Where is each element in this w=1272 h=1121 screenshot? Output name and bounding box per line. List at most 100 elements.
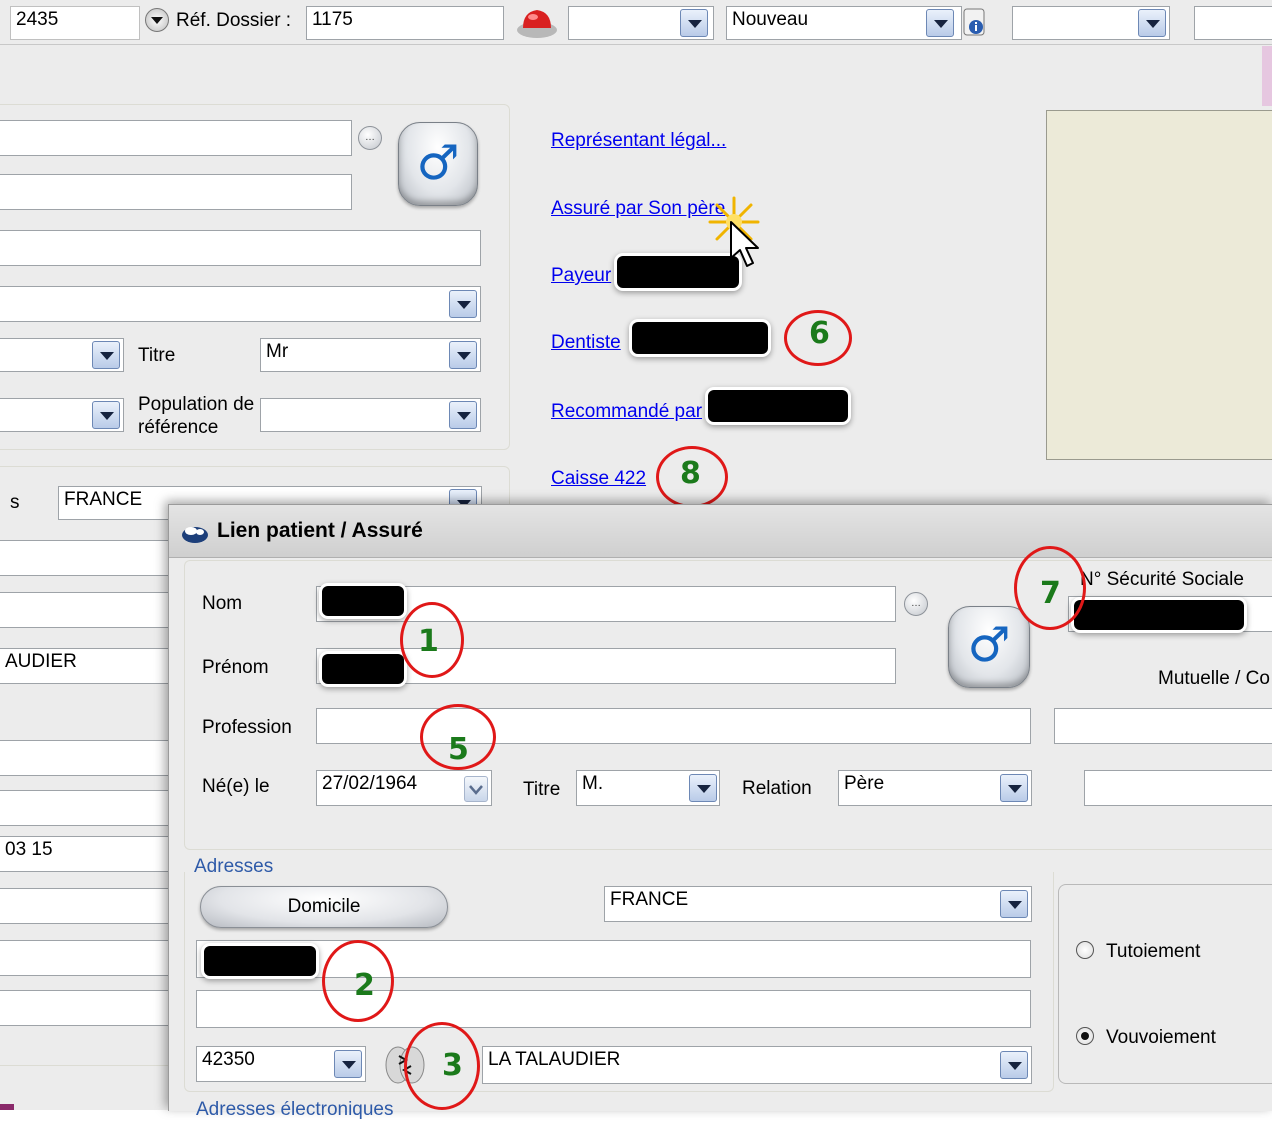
- domicile-label: Domicile: [287, 896, 361, 917]
- arrow-down-circle-icon[interactable]: [145, 8, 169, 32]
- domicile-button[interactable]: Domicile: [200, 886, 448, 928]
- right-edge-accent: [1262, 46, 1272, 106]
- dialog-nom-label: Nom: [202, 593, 243, 614]
- main-select-5-dropdown[interactable]: [92, 341, 120, 369]
- relation-dropdown[interactable]: [1000, 774, 1028, 802]
- id-field[interactable]: 2435: [10, 6, 140, 40]
- id-value: 2435: [16, 9, 59, 30]
- dialog-cp-dropdown[interactable]: [334, 1050, 362, 1078]
- ref-dossier-field[interactable]: 1175: [306, 6, 504, 40]
- dialog-profession-label: Profession: [202, 717, 292, 738]
- secu-label: N° Sécurité Sociale: [1080, 569, 1244, 590]
- redacted-recommande: [708, 390, 848, 422]
- assure-par-link[interactable]: Assuré par Son père: [551, 198, 725, 220]
- population-dropdown[interactable]: [449, 401, 477, 429]
- cursor-icon: [729, 220, 763, 270]
- dialog-ville-value: LA TALAUDIER: [488, 1049, 621, 1070]
- dialog-titre-value: M.: [582, 773, 604, 794]
- dialog-ville-dropdown[interactable]: [1000, 1051, 1028, 1079]
- left-edge-accent: [0, 1104, 14, 1110]
- main-phone-field[interactable]: 03 15: [0, 836, 175, 872]
- recommande-par-link[interactable]: Recommandé par: [551, 401, 702, 423]
- population-label-line1: Population de: [138, 394, 255, 415]
- dialog-nom-more-button[interactable]: …: [904, 592, 928, 616]
- main-field-b[interactable]: [0, 790, 175, 826]
- politeness-group: [1058, 884, 1272, 1084]
- annotation-number-3: 3: [442, 1048, 463, 1083]
- main-prenom-field[interactable]: [0, 174, 352, 210]
- main-titre-value: Mr: [266, 341, 289, 362]
- redacted-address: [204, 946, 316, 976]
- main-field-3[interactable]: [0, 230, 481, 266]
- caisse-link[interactable]: Caisse 422: [551, 468, 646, 490]
- main-pays-value: FRANCE: [64, 489, 143, 510]
- main-field-d[interactable]: [0, 940, 175, 976]
- population-select[interactable]: [260, 398, 481, 432]
- patient-photo-panel: [1046, 110, 1272, 460]
- main-select-4-dropdown[interactable]: [449, 290, 477, 318]
- relation-label: Relation: [742, 778, 812, 799]
- main-field-e[interactable]: [0, 990, 175, 1026]
- dialog-pays-select[interactable]: FRANCE: [604, 886, 1032, 922]
- dialog-address-line-1[interactable]: [196, 940, 1031, 978]
- toolbar-select-2-dropdown[interactable]: [1138, 9, 1166, 37]
- dentiste-link[interactable]: Dentiste: [551, 332, 621, 354]
- dialog-pays-dropdown[interactable]: [1000, 890, 1028, 918]
- vouvoiement-radio[interactable]: [1076, 1027, 1094, 1045]
- dialog-address-line-2[interactable]: [196, 990, 1031, 1028]
- dialog-cp-value: 42350: [202, 1049, 255, 1070]
- redacted-dentiste: [632, 322, 768, 354]
- alarm-icon[interactable]: [514, 4, 560, 40]
- annotation-number-7: 7: [1040, 576, 1061, 611]
- main-field-a[interactable]: [0, 740, 175, 776]
- relation-value: Père: [844, 773, 885, 794]
- dialog-sex-button[interactable]: ♂: [948, 606, 1030, 688]
- redacted-nom: [322, 586, 404, 616]
- mutuelle-field[interactable]: [1054, 708, 1272, 744]
- main-select-4[interactable]: [0, 286, 481, 322]
- toolbar-field-right[interactable]: [1194, 6, 1272, 40]
- main-nom-more-button[interactable]: …: [358, 126, 382, 150]
- population-label-line2: référence: [138, 417, 219, 438]
- main-ville-field[interactable]: AUDIER: [0, 648, 175, 684]
- mutuelle-label: Mutuelle / Co: [1158, 668, 1270, 689]
- annotation-number-1: 1: [418, 624, 439, 659]
- dialog-titre-label: Titre: [523, 779, 561, 800]
- ref-dossier-value: 1175: [312, 9, 353, 30]
- ref-dossier-label: Réf. Dossier :: [176, 10, 292, 31]
- dialog-titre-dropdown[interactable]: [689, 774, 717, 802]
- main-addr-field-1[interactable]: [0, 540, 175, 576]
- male-symbol-icon: ♂: [967, 617, 1011, 673]
- redacted-secu: [1074, 600, 1244, 630]
- toolbar-select-1-dropdown[interactable]: [680, 9, 708, 37]
- dialog-prenom-label: Prénom: [202, 657, 269, 678]
- payeur-link[interactable]: Payeur: [551, 265, 611, 287]
- main-titre-dropdown[interactable]: [449, 341, 477, 369]
- main-select-6-dropdown[interactable]: [92, 401, 120, 429]
- main-addr-field-2[interactable]: [0, 592, 175, 628]
- date-picker-button[interactable]: [464, 776, 488, 802]
- dialog-ne-label: Né(e) le: [202, 776, 270, 797]
- main-nom-field[interactable]: [0, 120, 352, 156]
- redacted-prenom: [322, 654, 404, 684]
- male-symbol-icon: ♂: [416, 135, 460, 191]
- vouvoiement-label: Vouvoiement: [1106, 1027, 1216, 1048]
- annotation-number-8: 8: [680, 456, 701, 491]
- dialog-right-field[interactable]: [1084, 770, 1272, 806]
- main-field-c[interactable]: [0, 888, 175, 924]
- main-titre-label: Titre: [138, 345, 176, 366]
- main-ville-value: AUDIER: [5, 651, 77, 672]
- annotation-number-2: 2: [354, 968, 375, 1003]
- status-select-dropdown[interactable]: [926, 9, 954, 37]
- main-titre-select[interactable]: Mr: [260, 338, 481, 372]
- document-info-icon[interactable]: [960, 6, 990, 38]
- main-sex-button[interactable]: ♂: [398, 122, 478, 206]
- dialog-ne-value: 27/02/1964: [322, 773, 418, 794]
- representant-legal-link[interactable]: Représentant légal...: [551, 130, 726, 152]
- tutoiement-radio[interactable]: [1076, 941, 1094, 959]
- redacted-payeur: [617, 256, 739, 288]
- main-pays-label: s: [10, 492, 20, 513]
- dialog-title: Lien patient / Assuré: [217, 519, 423, 542]
- dialog-ville-select[interactable]: LA TALAUDIER: [482, 1046, 1032, 1084]
- status-value: Nouveau: [732, 9, 809, 30]
